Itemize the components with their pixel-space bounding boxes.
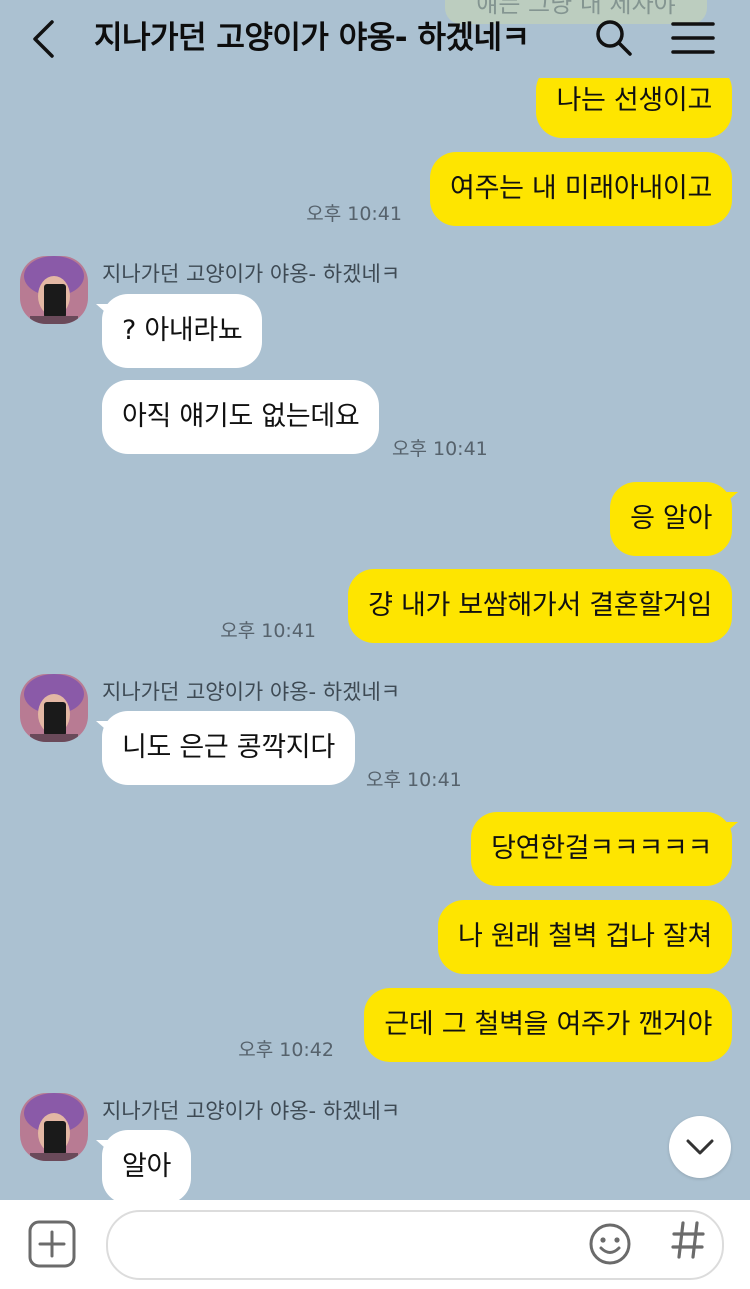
their-message-bubble[interactable]: 니도 은근 콩깍지다: [96, 711, 355, 785]
message-text: 여주는 내 미래아내이고: [450, 173, 712, 204]
message-timestamp: 오후 10:41: [306, 203, 402, 225]
my-message-bubble[interactable]: 응 알아: [610, 482, 738, 556]
my-message-bubble[interactable]: 근데 그 철벽을 여주가 깬거야: [364, 988, 732, 1062]
hash-icon: [671, 1221, 705, 1259]
avatar-image: [20, 674, 88, 742]
attach-button[interactable]: [28, 1220, 76, 1268]
search-button[interactable]: [592, 17, 634, 59]
message-text: 나 원래 철벽 겁나 잘쳐: [458, 921, 712, 952]
message-input[interactable]: [130, 1212, 584, 1280]
their-message-bubble[interactable]: 알아: [96, 1130, 192, 1204]
message-timestamp: 오후 10:41: [392, 438, 488, 460]
message-text: 아직 얘기도 없는데요: [122, 401, 360, 432]
message-text: 당연한걸ㅋㅋㅋㅋㅋ: [491, 833, 712, 864]
chat-title: 지나가던 고양이가 야옹- 하겠네ㅋ: [94, 20, 530, 56]
message-timestamp: 오후 10:41: [220, 620, 316, 642]
message-timestamp: 오후 10:42: [238, 1039, 334, 1061]
avatar[interactable]: [20, 674, 88, 742]
message-text: 나는 선생이고: [556, 85, 712, 116]
their-message-bubble[interactable]: 아직 얘기도 없는데요: [102, 380, 380, 454]
sender-name: 지나가던 고양이가 야옹- 하겠네ㅋ: [102, 262, 401, 286]
sender-name: 지나가던 고양이가 야옹- 하겠네ㅋ: [102, 1099, 401, 1123]
message-text: 응 알아: [630, 503, 712, 534]
message-text: 근데 그 철벽을 여주가 깬거야: [384, 1009, 712, 1040]
my-message-bubble[interactable]: 나 원래 철벽 겁나 잘쳐: [438, 900, 732, 974]
message-input-bar: [0, 1200, 750, 1289]
message-text: ? 아내라뇨: [122, 315, 243, 346]
smiley-icon: [589, 1223, 631, 1265]
chat-header: 얘는 그냥 내 제자야 지나가던 고양이가 야옹- 하겠네ㅋ: [0, 0, 750, 78]
chevron-left-icon: [33, 20, 54, 58]
avatar[interactable]: [20, 256, 88, 324]
message-text: 걍 내가 보쌈해가서 결혼할거임: [368, 590, 712, 621]
avatar-image: [20, 256, 88, 324]
my-message-bubble[interactable]: 여주는 내 미래아내이고: [430, 152, 732, 226]
message-text: 니도 은근 콩깍지다: [122, 732, 335, 763]
plus-square-icon: [28, 1220, 76, 1268]
search-icon: [596, 20, 632, 56]
avatar-image: [20, 1093, 88, 1161]
hamburger-menu-icon: [671, 22, 715, 54]
my-message-bubble[interactable]: 걍 내가 보쌈해가서 결혼할거임: [348, 569, 732, 643]
their-message-bubble[interactable]: ? 아내라뇨: [96, 294, 263, 368]
back-button[interactable]: [24, 18, 64, 60]
avatar[interactable]: [20, 1093, 88, 1161]
hash-button[interactable]: [668, 1220, 708, 1268]
message-text: 알아: [122, 1151, 172, 1182]
sender-name: 지나가던 고양이가 야옹- 하겠네ㅋ: [102, 680, 401, 704]
menu-button[interactable]: [670, 18, 716, 58]
my-message-bubble[interactable]: 당연한걸ㅋㅋㅋㅋㅋ: [471, 812, 738, 886]
chevron-down-icon: [686, 1139, 714, 1155]
message-timestamp: 오후 10:41: [366, 769, 462, 791]
emoji-button[interactable]: [588, 1222, 632, 1266]
scroll-to-bottom-button[interactable]: [669, 1116, 731, 1178]
